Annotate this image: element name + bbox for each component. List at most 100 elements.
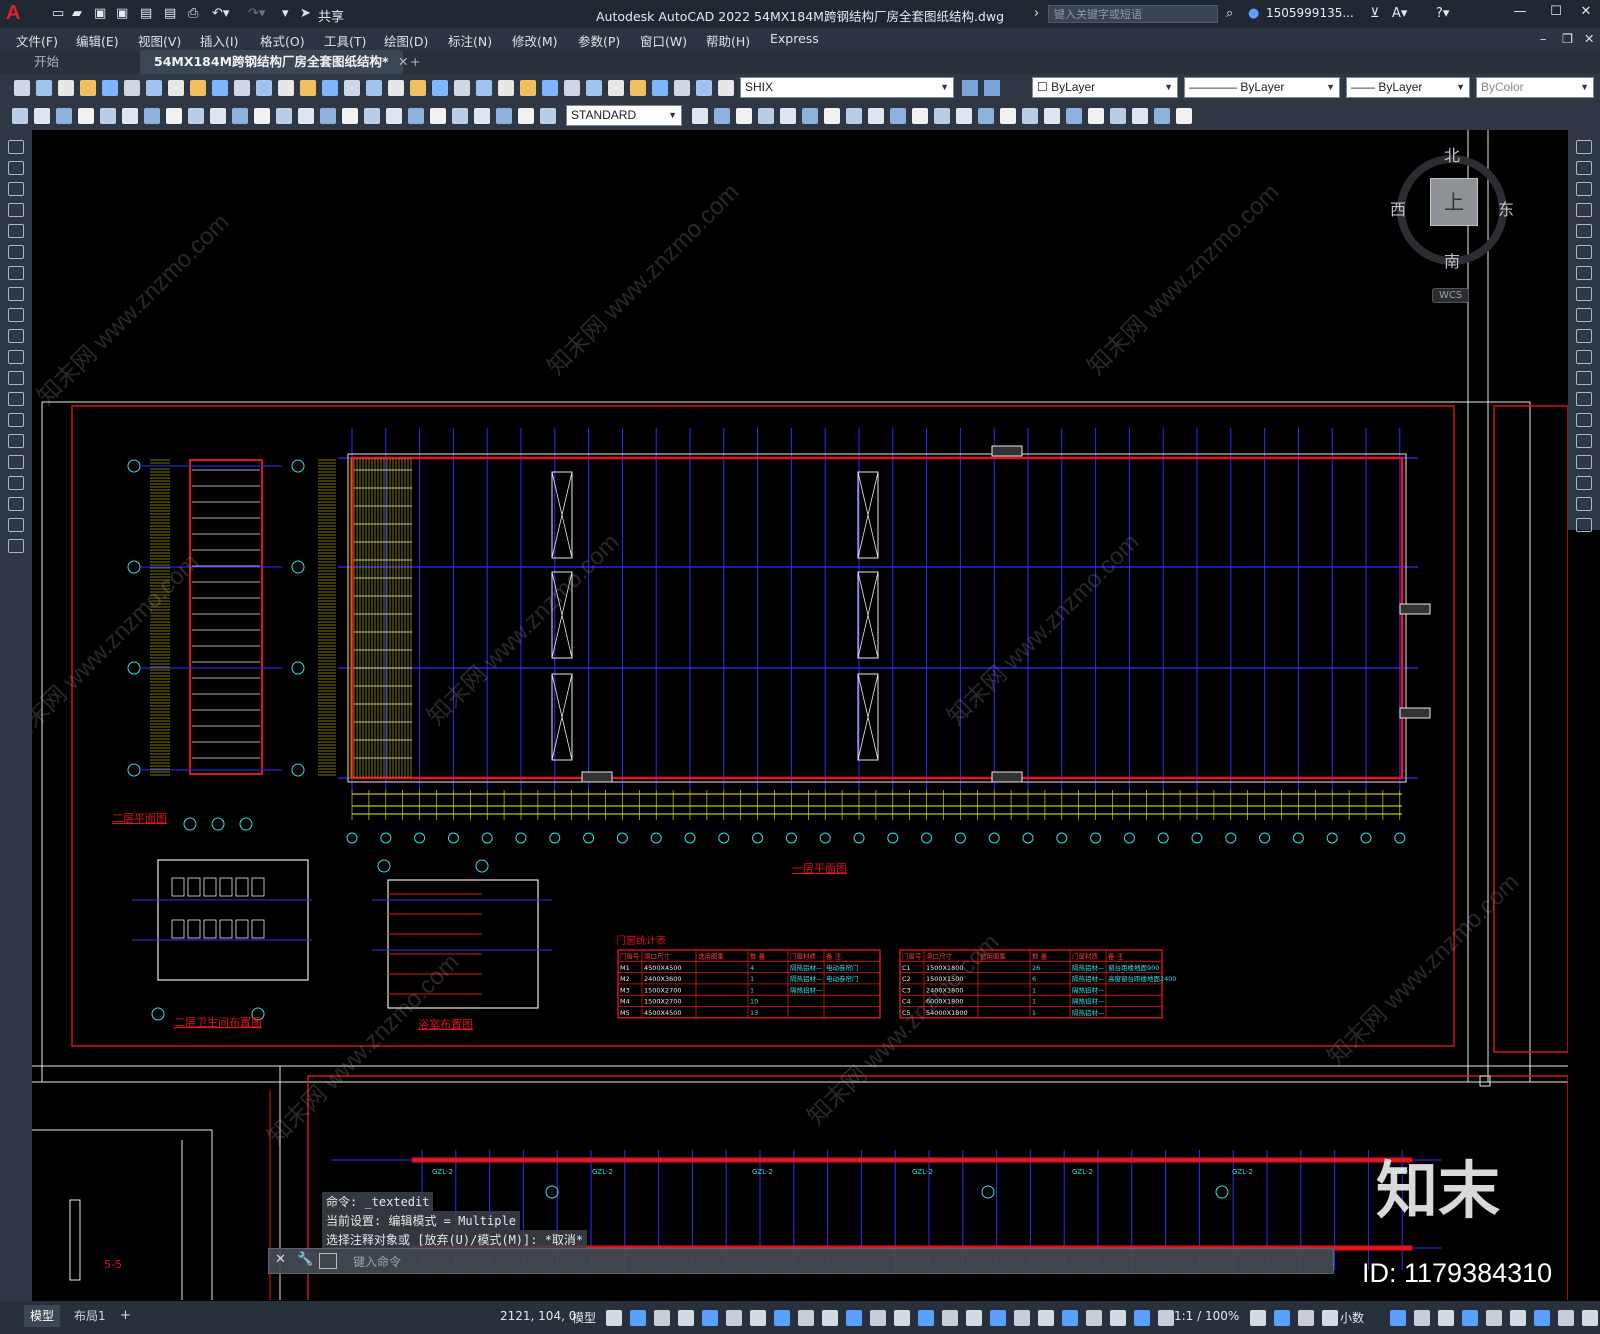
modify-tool-3-icon[interactable] <box>1576 182 1592 196</box>
status-tool-9-icon[interactable] <box>798 1310 814 1326</box>
draw-tool-12-icon[interactable] <box>8 371 24 385</box>
menu-dimension[interactable]: 标注(N) <box>448 31 492 50</box>
modify-tool-17-icon[interactable] <box>1576 476 1592 490</box>
status-tool-27-icon[interactable] <box>1298 1310 1314 1326</box>
dimension-tool-9-icon[interactable] <box>188 108 204 124</box>
dimension-tool-25-icon[interactable] <box>540 108 556 124</box>
wcs-menu[interactable]: WCS <box>1432 288 1470 303</box>
modify-tool-16-icon[interactable] <box>1576 455 1592 469</box>
draw-tool-13-icon[interactable] <box>8 392 24 406</box>
modify-tool-10-icon[interactable] <box>1576 329 1592 343</box>
dimension-tool-8-icon[interactable] <box>166 108 182 124</box>
draw-tool-14-icon[interactable] <box>8 413 24 427</box>
linetype-dropdown[interactable]: ———— ByLayer ▼ <box>1184 77 1340 98</box>
status-tool-2-icon[interactable] <box>630 1310 646 1326</box>
status-tool-16-icon[interactable] <box>966 1310 982 1326</box>
draw-tool-18-icon[interactable] <box>8 497 24 511</box>
status-tool-3-icon[interactable] <box>654 1310 670 1326</box>
modify-tool-19-icon[interactable] <box>1576 518 1592 532</box>
standard-tool-25-icon[interactable] <box>542 80 558 96</box>
status-tool-7-icon[interactable] <box>750 1310 766 1326</box>
status-tool-31-icon[interactable] <box>1438 1310 1454 1326</box>
status-tool-23-icon[interactable] <box>1134 1310 1150 1326</box>
compass-north[interactable]: 北 <box>1444 142 1460 166</box>
dimension-tool-24-icon[interactable] <box>518 108 534 124</box>
close-button[interactable]: ✕ <box>1572 4 1600 24</box>
dimension-tool-36-icon[interactable] <box>912 108 928 124</box>
standard-tool-31-icon[interactable] <box>674 80 690 96</box>
doc-close-button[interactable]: ✕ <box>1584 31 1594 46</box>
standard-tool-12-icon[interactable] <box>256 80 272 96</box>
menu-express[interactable]: Express <box>770 31 819 46</box>
dimension-tool-27-icon[interactable] <box>714 108 730 124</box>
status-tool-25-icon[interactable] <box>1250 1310 1266 1326</box>
menu-parametric[interactable]: 参数(P) <box>578 31 620 50</box>
layer-state-icon[interactable] <box>984 80 1000 96</box>
compass-west[interactable]: 西 <box>1390 196 1406 220</box>
standard-tool-19-icon[interactable] <box>410 80 426 96</box>
layer-icon[interactable] <box>962 80 978 96</box>
standard-tool-15-icon[interactable] <box>322 80 338 96</box>
dimension-tool-34-icon[interactable] <box>868 108 884 124</box>
doc-minimize-button[interactable]: – <box>1540 31 1546 46</box>
draw-tool-2-icon[interactable] <box>8 161 24 175</box>
standard-tool-23-icon[interactable] <box>498 80 514 96</box>
standard-tool-13-icon[interactable] <box>278 80 294 96</box>
draw-tool-11-icon[interactable] <box>8 350 24 364</box>
menu-help[interactable]: 帮助(H) <box>706 31 750 50</box>
dimension-tool-43-icon[interactable] <box>1066 108 1082 124</box>
standard-tool-14-icon[interactable] <box>300 80 316 96</box>
standard-tool-5-icon[interactable] <box>102 80 118 96</box>
modify-tool-8-icon[interactable] <box>1576 287 1592 301</box>
status-tool-37-icon[interactable] <box>1582 1310 1598 1326</box>
dimension-tool-23-icon[interactable] <box>496 108 512 124</box>
draw-tool-15-icon[interactable] <box>8 434 24 448</box>
standard-tool-2-icon[interactable] <box>36 80 52 96</box>
dimension-tool-48-icon[interactable] <box>1176 108 1192 124</box>
status-tool-32-icon[interactable] <box>1462 1310 1478 1326</box>
standard-tool-8-icon[interactable] <box>168 80 184 96</box>
modify-tool-13-icon[interactable] <box>1576 392 1592 406</box>
status-tool-35-icon[interactable] <box>1534 1310 1550 1326</box>
dimension-tool-18-icon[interactable] <box>386 108 402 124</box>
status-tool-6-icon[interactable] <box>726 1310 742 1326</box>
user-name[interactable]: 1505999135... <box>1266 6 1354 20</box>
status-tool-13-icon[interactable] <box>894 1310 910 1326</box>
dimension-tool-26-icon[interactable] <box>692 108 708 124</box>
standard-tool-1-icon[interactable] <box>14 80 30 96</box>
dimension-tool-42-icon[interactable] <box>1044 108 1060 124</box>
standard-tool-22-icon[interactable] <box>476 80 492 96</box>
dimension-tool-47-icon[interactable] <box>1154 108 1170 124</box>
draw-tool-8-icon[interactable] <box>8 287 24 301</box>
minimize-button[interactable]: — <box>1506 4 1534 24</box>
standard-tool-27-icon[interactable] <box>586 80 602 96</box>
modify-tool-14-icon[interactable] <box>1576 413 1592 427</box>
status-tool-12-icon[interactable] <box>870 1310 886 1326</box>
dimension-tool-12-icon[interactable] <box>254 108 270 124</box>
status-tool-21-icon[interactable] <box>1086 1310 1102 1326</box>
dimension-tool-29-icon[interactable] <box>758 108 774 124</box>
dimension-tool-39-icon[interactable] <box>978 108 994 124</box>
status-tool-24-icon[interactable] <box>1158 1310 1174 1326</box>
dimension-tool-45-icon[interactable] <box>1110 108 1126 124</box>
dimension-tool-28-icon[interactable] <box>736 108 752 124</box>
standard-tool-30-icon[interactable] <box>652 80 668 96</box>
layout-tab-model[interactable]: 模型 <box>24 1305 61 1327</box>
draw-tool-5-icon[interactable] <box>8 224 24 238</box>
status-tool-18-icon[interactable] <box>1014 1310 1030 1326</box>
coordinates-readout[interactable]: 2121, 104, 0 <box>500 1309 576 1323</box>
modify-tool-12-icon[interactable] <box>1576 371 1592 385</box>
standard-tool-9-icon[interactable] <box>190 80 206 96</box>
dimension-tool-41-icon[interactable] <box>1022 108 1038 124</box>
status-tool-5-icon[interactable] <box>702 1310 718 1326</box>
standard-tool-17-icon[interactable] <box>366 80 382 96</box>
menu-window[interactable]: 窗口(W) <box>640 31 687 50</box>
status-tool-14-icon[interactable] <box>918 1310 934 1326</box>
dimension-tool-11-icon[interactable] <box>232 108 248 124</box>
status-tool-29-icon[interactable] <box>1390 1310 1406 1326</box>
modify-tool-11-icon[interactable] <box>1576 350 1592 364</box>
status-tool-20-icon[interactable] <box>1062 1310 1078 1326</box>
dimension-tool-14-icon[interactable] <box>298 108 314 124</box>
standard-tool-16-icon[interactable] <box>344 80 360 96</box>
standard-tool-24-icon[interactable] <box>520 80 536 96</box>
